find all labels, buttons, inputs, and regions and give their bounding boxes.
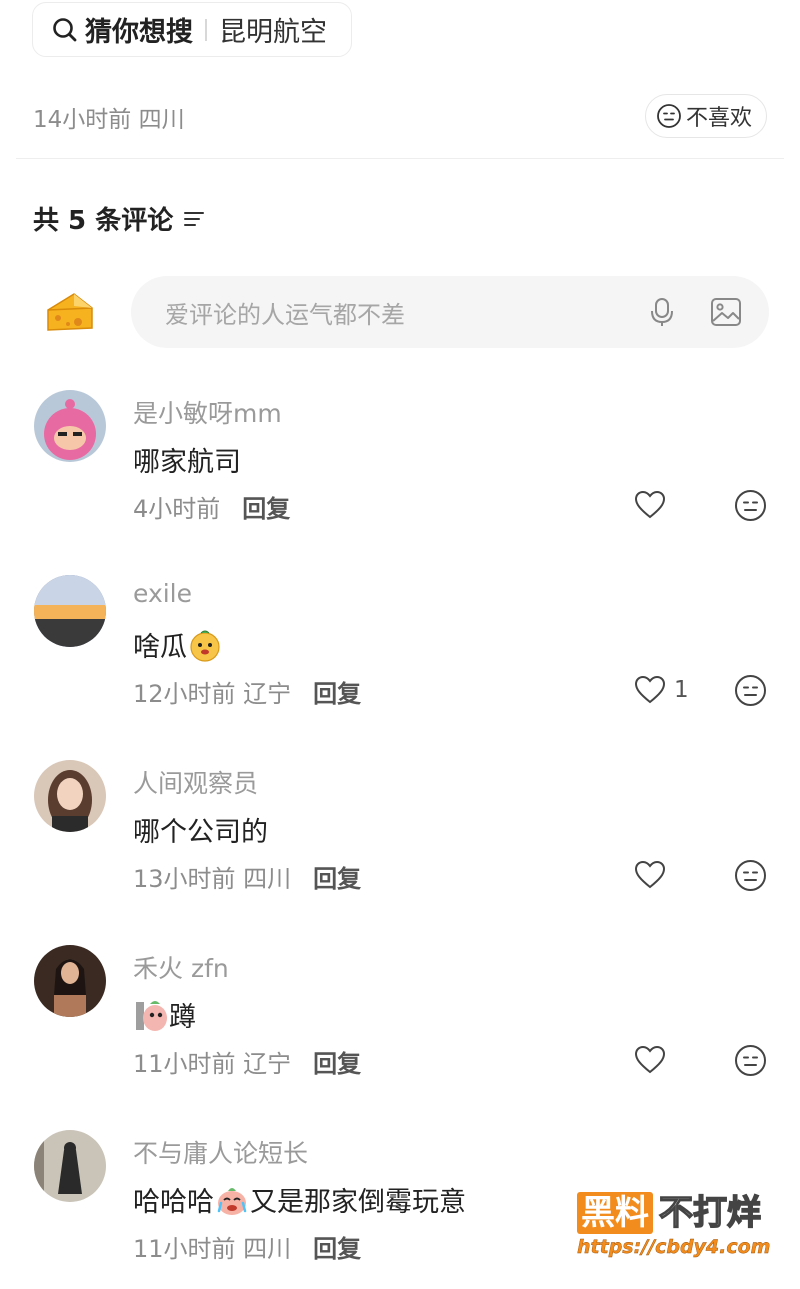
heart-icon — [634, 860, 666, 889]
comment-text-before: 哈哈哈 — [133, 1187, 214, 1218]
melon-face-emoji-icon — [190, 630, 220, 662]
post-time-location: 14小时前 四川 — [33, 107, 185, 133]
reply-button[interactable]: 回复 — [313, 1229, 361, 1264]
comment-username[interactable]: 人间观察员 — [133, 764, 258, 800]
crying-laughing-emoji-icon — [217, 1187, 247, 1215]
comment-text: 哪家航司 — [133, 440, 241, 479]
like-count: 1 — [674, 677, 689, 703]
site-watermark: 黑料 不打烊 https://cbdy4.com — [577, 1192, 777, 1272]
search-suggestion-label: 猜你想搜 — [85, 17, 193, 48]
comment-item: exile 啥瓜 12小时前 辽宁 回复 1 — [0, 575, 800, 725]
watermark-box-text: 黑料 — [577, 1192, 653, 1234]
comment-username[interactable]: 不与庸人论短长 — [133, 1134, 308, 1170]
watermark-url: https://cbdy4.com — [577, 1236, 771, 1258]
avatar[interactable] — [34, 760, 106, 832]
comment-text-content: 啥瓜 — [133, 632, 187, 663]
comment-meta: 12小时前 辽宁 回复 — [133, 674, 361, 709]
comment-text: 哈哈哈 又是那家倒霉玩意 — [133, 1180, 466, 1219]
search-suggestion-term[interactable]: 昆明航空 — [219, 10, 327, 49]
post-dislike-label: 不喜欢 — [685, 106, 752, 131]
neutral-face-icon[interactable] — [734, 1044, 767, 1077]
comment-text: 蹲 — [133, 995, 196, 1034]
heart-icon — [634, 490, 666, 519]
section-divider — [16, 158, 784, 159]
like-button[interactable] — [634, 490, 674, 520]
microphone-icon[interactable] — [645, 295, 679, 329]
neutral-face-icon — [657, 104, 681, 128]
comment-time: 12小时前 辽宁 — [133, 680, 292, 708]
avatar[interactable] — [34, 575, 106, 647]
comment-item: 禾火 zfn 蹲 11小时前 辽宁 回复 — [0, 945, 800, 1095]
comment-item: 人间观察员 哪个公司的 13小时前 四川 回复 — [0, 760, 800, 910]
avatar[interactable] — [34, 1130, 106, 1202]
comment-time: 13小时前 四川 — [133, 865, 292, 893]
neutral-face-icon[interactable] — [734, 489, 767, 522]
comment-text: 啥瓜 — [133, 625, 223, 664]
reply-button[interactable]: 回复 — [313, 674, 361, 709]
watermark-logo: 黑料 不打烊 — [577, 1192, 777, 1234]
avatar[interactable] — [34, 390, 106, 462]
reply-button[interactable]: 回复 — [242, 489, 290, 524]
comment-time: 4小时前 — [133, 495, 221, 523]
reply-button[interactable]: 回复 — [313, 1044, 361, 1079]
comment-text: 哪个公司的 — [133, 810, 268, 849]
comment-username[interactable]: 禾火 zfn — [133, 949, 229, 985]
comment-input-placeholder: 爱评论的人运气都不差 — [165, 300, 405, 329]
search-separator — [205, 18, 207, 41]
heart-icon — [634, 1045, 666, 1074]
neutral-face-icon[interactable] — [734, 859, 767, 892]
comment-meta: 4小时前 回复 — [133, 489, 290, 524]
comment-meta: 11小时前 辽宁 回复 — [133, 1044, 361, 1079]
image-icon[interactable] — [709, 295, 743, 329]
comment-username[interactable]: 是小敏呀mm — [133, 394, 282, 430]
avatar[interactable] — [34, 945, 106, 1017]
like-button[interactable] — [634, 1045, 674, 1075]
comment-item: 是小敏呀mm 哪家航司 4小时前 回复 — [0, 390, 800, 540]
search-icon — [53, 17, 77, 41]
comment-text-after: 又是那家倒霉玩意 — [250, 1187, 466, 1218]
search-suggestion-pill[interactable]: 猜你想搜 昆明航空 — [32, 2, 352, 57]
comment-text-content: 哪个公司的 — [133, 817, 268, 848]
like-button[interactable]: 1 — [634, 675, 689, 705]
watermark-text: 不打烊 — [658, 1192, 762, 1234]
comment-text-content: 哪家航司 — [133, 447, 241, 478]
reply-button[interactable]: 回复 — [313, 859, 361, 894]
comments-count-title: 共 5 条评论 — [33, 206, 174, 236]
comment-meta: 11小时前 四川 回复 — [133, 1229, 361, 1264]
sort-icon[interactable] — [181, 206, 207, 232]
neutral-face-icon[interactable] — [734, 674, 767, 707]
cheese-avatar-icon — [47, 293, 93, 331]
comment-meta: 13小时前 四川 回复 — [133, 859, 361, 894]
peeking-emoji-icon — [136, 1000, 167, 1031]
comment-input[interactable]: 爱评论的人运气都不差 — [131, 276, 769, 348]
post-dislike-button[interactable]: 不喜欢 — [644, 94, 767, 138]
comment-time: 11小时前 四川 — [133, 1235, 292, 1263]
comment-username[interactable]: exile — [133, 579, 192, 608]
like-button[interactable] — [634, 860, 674, 890]
comment-time: 11小时前 辽宁 — [133, 1050, 292, 1078]
comments-count-header: 共 5 条评论 — [33, 200, 207, 237]
comment-text-content: 蹲 — [169, 1002, 196, 1033]
heart-icon — [634, 675, 666, 704]
